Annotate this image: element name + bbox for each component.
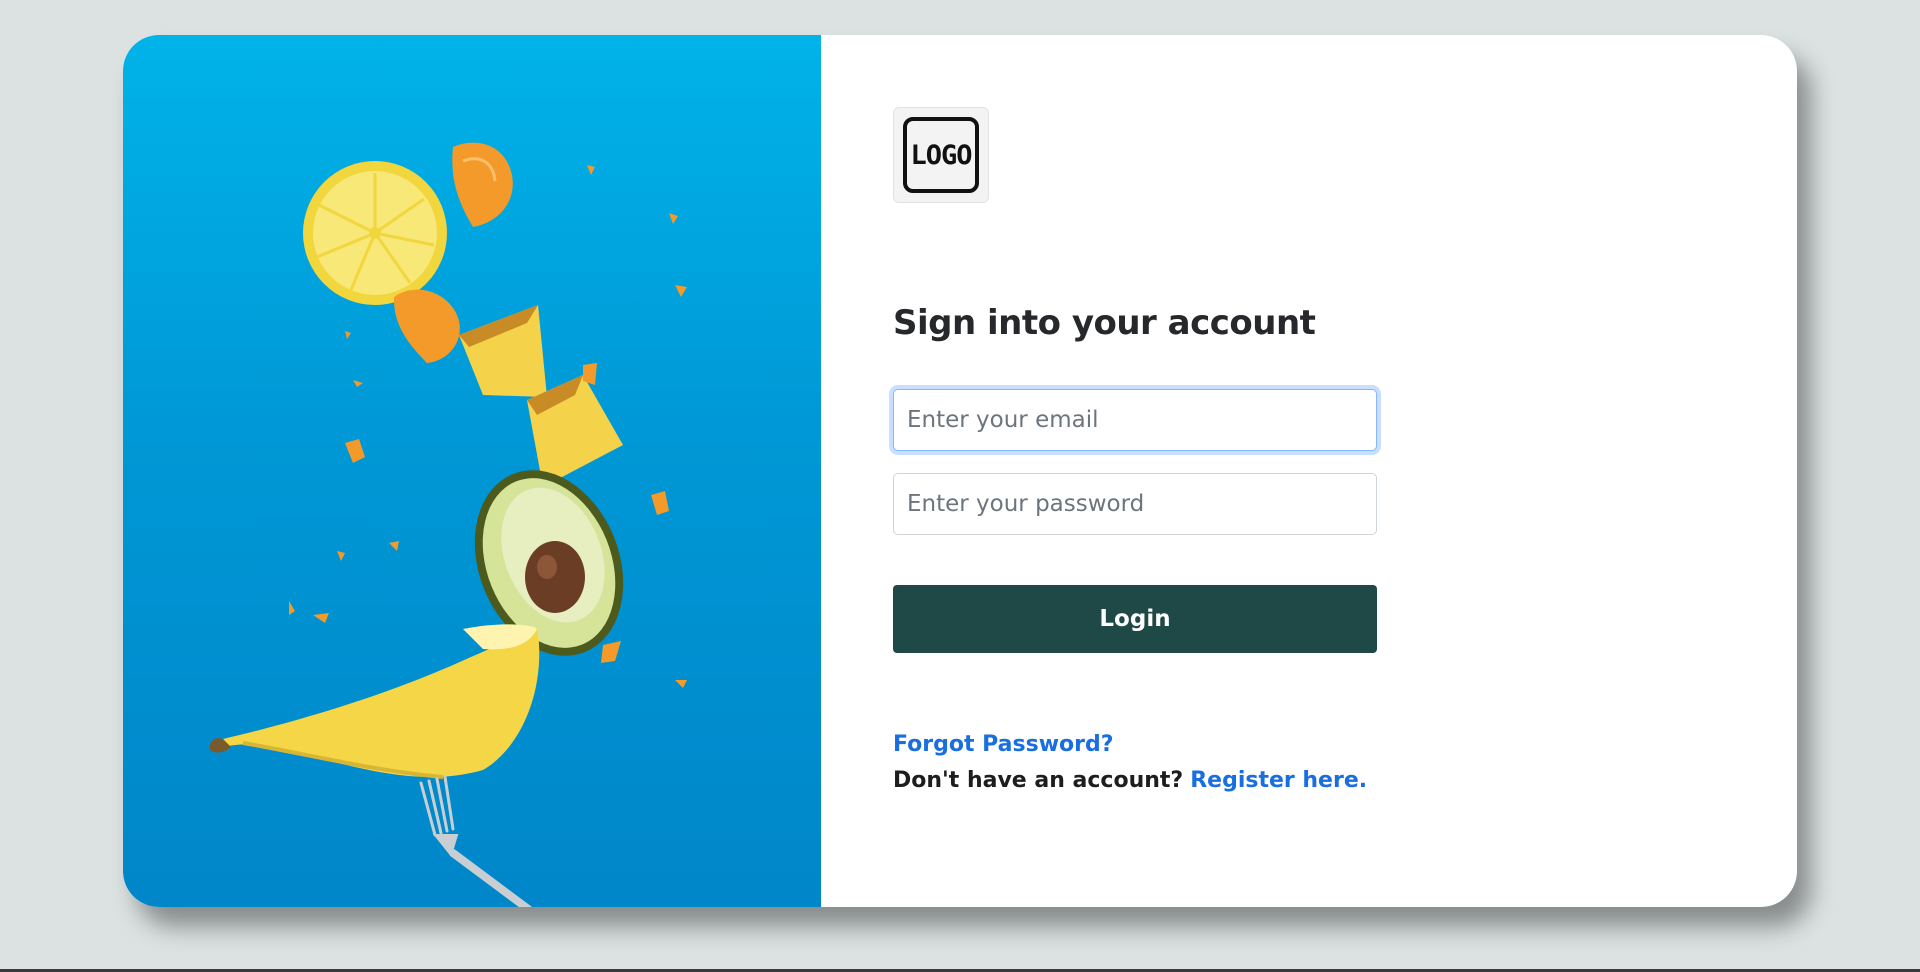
banana-image <box>209 624 540 779</box>
login-form-pane: LOGO Sign into your account Login Forgot… <box>821 35 1797 907</box>
register-link[interactable]: Register here. <box>1190 768 1367 793</box>
fruit-illustration <box>209 142 687 907</box>
fork-image <box>419 775 533 907</box>
forgot-password-link[interactable]: Forgot Password? <box>893 732 1114 757</box>
page-title: Sign into your account <box>893 303 1316 343</box>
login-card: LOGO Sign into your account Login Forgot… <box>123 35 1797 907</box>
logo-mark: LOGO <box>903 117 979 193</box>
register-prompt: Don't have an account? <box>893 768 1184 793</box>
brand-logo: LOGO <box>893 107 989 203</box>
pineapple-chunk-image <box>459 305 623 487</box>
hero-image <box>123 35 821 907</box>
password-field[interactable] <box>893 473 1377 535</box>
lemon-slice-image <box>303 161 447 305</box>
login-button[interactable]: Login <box>893 585 1377 653</box>
account-links: Forgot Password? Don't have an account? … <box>893 727 1367 799</box>
email-field[interactable] <box>893 389 1377 451</box>
